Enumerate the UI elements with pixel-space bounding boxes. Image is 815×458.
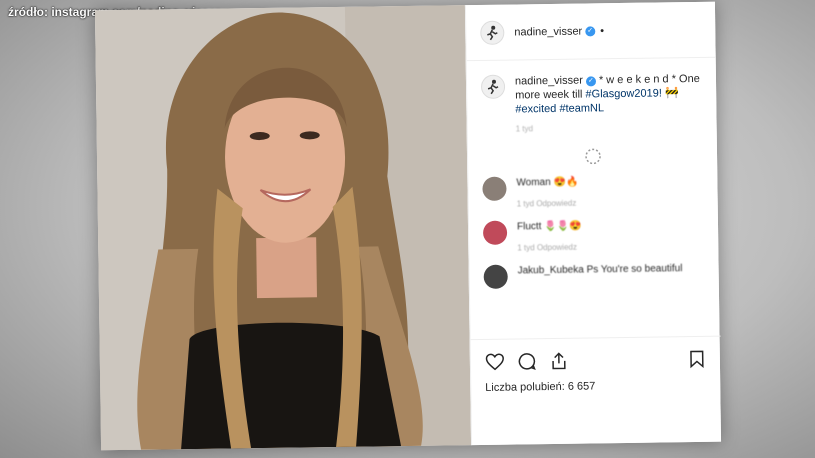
comment-text-block: Jakub_Kubeka Ps You're so beautiful — [518, 262, 683, 277]
post-header: nadine_visser ✓ • — [465, 1, 716, 62]
likes-label: Liczba polubień: — [485, 380, 565, 394]
action-icons — [485, 347, 707, 374]
comment-icon[interactable] — [517, 351, 537, 371]
caption-username[interactable]: nadine_visser — [515, 75, 583, 88]
post-side-panel: nadine_visser ✓ • nadine_visser ✓ * w e e… — [464, 1, 722, 446]
post-caption: nadine_visser ✓ * w e e k e n d * One mor… — [467, 58, 717, 137]
likes-count[interactable]: Liczba polubień: 6 657 — [485, 379, 707, 394]
comment-text: Ps You're so beautiful — [586, 263, 683, 276]
heart-icon[interactable] — [485, 352, 505, 372]
caption-text-block: nadine_visser ✓ * w e e k e n d * One mor… — [515, 72, 703, 137]
runner-icon — [487, 25, 498, 40]
caption-timestamp: 1 tyd — [515, 124, 534, 134]
runner-icon — [487, 79, 499, 95]
comment-avatar[interactable] — [482, 220, 508, 245]
comment-text-block: Fluctt 🌷🌷😍 1 tyd Odpowiedz — [517, 220, 582, 255]
header-separator: • — [600, 24, 605, 37]
bookmark-icon[interactable] — [687, 349, 707, 369]
likes-number: 6 657 — [567, 380, 596, 393]
comment-avatar[interactable] — [483, 264, 508, 289]
profile-avatar[interactable] — [480, 20, 505, 45]
post-actions: Liczba polubień: 6 657 — [470, 335, 722, 395]
verified-badge-icon: ✓ — [585, 76, 596, 87]
instagram-post-card: nadine_visser ✓ • nadine_visser ✓ * w e e… — [94, 1, 722, 451]
share-icon[interactable] — [549, 351, 569, 371]
post-photo-image — [94, 5, 472, 451]
comment-username[interactable]: Jakub_Kubeka — [518, 265, 584, 277]
comment-text: Fluctt 🌷🌷😍 — [516, 220, 582, 233]
hashtag-teamnl[interactable]: #teamNL — [559, 102, 604, 115]
verified-badge-icon: ✓ — [585, 25, 596, 37]
hashtag-excited[interactable]: #excited — [515, 103, 556, 116]
header-username[interactable]: nadine_visser — [514, 25, 582, 38]
comment-text: Woman 😍🔥 — [516, 176, 579, 189]
comment-meta: 1 tyd Odpowiedz — [516, 198, 577, 209]
comment-item: Jakub_Kubeka Ps You're so beautiful — [469, 252, 718, 289]
comment-item: Woman 😍🔥 1 tyd Odpowiedz — [468, 164, 718, 211]
post-photo — [94, 5, 472, 451]
comment-text-block: Woman 😍🔥 1 tyd Odpowiedz — [516, 176, 578, 211]
hashtag-glasgow[interactable]: #Glasgow2019! — [585, 87, 662, 100]
comment-meta: 1 tyd Odpowiedz — [517, 242, 577, 253]
caption-emoji: 🚧 — [664, 87, 679, 100]
caption-avatar[interactable] — [480, 74, 506, 99]
comment-avatar[interactable] — [482, 176, 507, 201]
comment-item: Fluctt 🌷🌷😍 1 tyd Odpowiedz — [469, 208, 719, 255]
